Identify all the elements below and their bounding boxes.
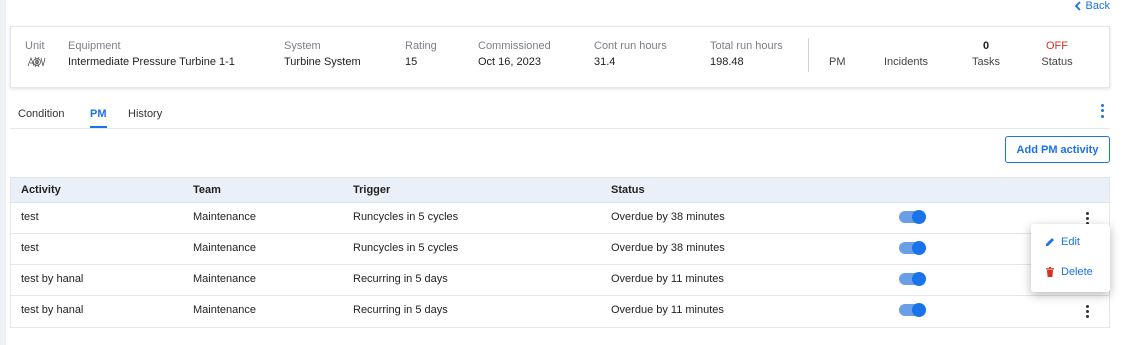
chevron-left-icon [1074, 1, 1081, 11]
system-value: Turbine System [284, 56, 361, 68]
activity-cell: test [21, 211, 39, 223]
enabled-toggle[interactable] [899, 210, 926, 224]
enabled-toggle[interactable] [899, 241, 926, 255]
toggle-knob [912, 272, 926, 286]
back-label: Back [1085, 0, 1110, 12]
table-row[interactable]: test Maintenance Runcycles in 5 cycles O… [11, 203, 1109, 234]
column-header-activity[interactable]: Activity [21, 184, 61, 196]
activity-cell: test [21, 242, 39, 254]
tab-bar: Condition PM History [10, 100, 1110, 129]
delete-menu-item[interactable]: Delete [1045, 266, 1093, 278]
team-cell: Maintenance [193, 273, 256, 285]
pencil-icon [1046, 238, 1054, 246]
cont-run-hours-value: 31.4 [594, 56, 616, 68]
total-run-hours-value: 198.48 [710, 56, 744, 68]
commissioned-value: Oct 16, 2023 [478, 56, 541, 68]
back-link[interactable]: Back [1074, 0, 1110, 12]
rating-column: Rating 15 [405, 40, 437, 69]
cont-run-hours-label: Cont run hours [594, 40, 667, 52]
toggle-knob [912, 303, 926, 317]
enabled-toggle[interactable] [899, 303, 926, 317]
trigger-cell: Recurring in 5 days [353, 273, 448, 285]
tasks-count: 0 [982, 40, 990, 52]
unit-label: Unit [25, 40, 45, 52]
rating-label: Rating [405, 40, 437, 52]
edit-label: Edit [1061, 236, 1080, 248]
table-row[interactable]: test by hanal Maintenance Recurring in 5… [11, 296, 1109, 327]
tab-pm[interactable]: PM [90, 108, 107, 128]
column-header-trigger[interactable]: Trigger [353, 184, 390, 196]
table-row[interactable]: test by hanal Maintenance Recurring in 5… [11, 265, 1109, 296]
left-edge [0, 0, 6, 345]
trigger-cell: Recurring in 5 days [353, 304, 448, 316]
commissioned-column: Commissioned Oct 16, 2023 [478, 40, 551, 69]
column-header-team[interactable]: Team [193, 184, 221, 196]
tab-history[interactable]: History [128, 108, 162, 126]
column-header-status[interactable]: Status [611, 184, 645, 196]
pm-activity-table: Activity Team Trigger Status test Mainte… [10, 177, 1110, 328]
unit-logo-icon [27, 56, 46, 68]
team-cell: Maintenance [193, 211, 256, 223]
enabled-toggle[interactable] [899, 272, 926, 286]
asset-summary-card: Unit Equipment Intermediate Pressure Tur… [10, 26, 1110, 88]
trash-icon [1046, 267, 1054, 277]
summary-divider [808, 38, 809, 72]
status-cell: Overdue by 11 minutes [611, 304, 724, 316]
equipment-value: Intermediate Pressure Turbine 1-1 [68, 56, 235, 68]
more-options-icon[interactable] [1098, 103, 1106, 119]
cont-run-hours-column: Cont run hours 31.4 [594, 40, 667, 69]
status-value: OFF [1046, 40, 1068, 52]
status-label: Status [1041, 56, 1073, 68]
status-cell: Overdue by 11 minutes [611, 273, 724, 285]
system-label: System [284, 40, 321, 52]
tasks-label: Tasks [971, 56, 1001, 68]
tab-condition[interactable]: Condition [18, 108, 64, 126]
pm-stat[interactable]: PM [829, 56, 846, 68]
activity-cell: test by hanal [21, 273, 84, 285]
equipment-column: Equipment Intermediate Pressure Turbine … [68, 40, 235, 69]
table-row[interactable]: test Maintenance Runcycles in 5 cycles O… [11, 234, 1109, 265]
system-column: System Turbine System [284, 40, 361, 69]
delete-label: Delete [1061, 266, 1093, 278]
trigger-cell: Runcycles in 5 cycles [353, 211, 459, 223]
toggle-knob [912, 210, 926, 224]
total-run-hours-column: Total run hours 198.48 [710, 40, 783, 69]
status-stat: OFF Status [1035, 40, 1079, 69]
edit-menu-item[interactable]: Edit [1045, 236, 1080, 248]
row-context-menu: Edit Delete [1031, 224, 1110, 292]
activity-cell: test by hanal [21, 304, 84, 316]
tasks-stat[interactable]: 0 Tasks [966, 40, 1006, 69]
rating-value: 15 [405, 56, 418, 68]
toggle-knob [912, 241, 926, 255]
row-menu-icon[interactable] [1084, 305, 1090, 318]
unit-column: Unit [25, 40, 47, 73]
status-cell: Overdue by 38 minutes [611, 242, 725, 254]
incidents-stat[interactable]: Incidents [884, 56, 928, 68]
table-header: Activity Team Trigger Status [11, 178, 1109, 203]
commissioned-label: Commissioned [478, 40, 551, 52]
equipment-label: Equipment [68, 40, 121, 52]
add-pm-activity-button[interactable]: Add PM activity [1005, 136, 1110, 163]
team-cell: Maintenance [193, 242, 256, 254]
trigger-cell: Runcycles in 5 cycles [353, 242, 459, 254]
total-run-hours-label: Total run hours [710, 40, 783, 52]
team-cell: Maintenance [193, 304, 256, 316]
status-cell: Overdue by 38 minutes [611, 211, 725, 223]
